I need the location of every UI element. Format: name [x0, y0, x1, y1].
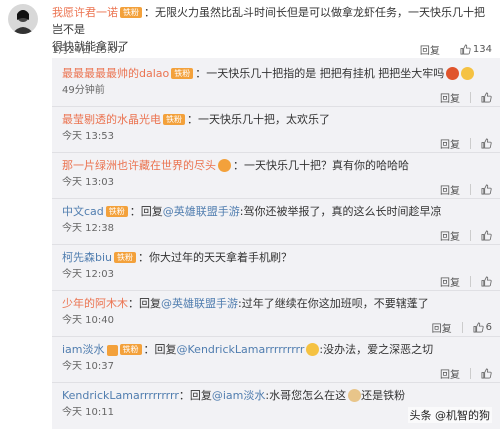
thumbs-up-icon: [460, 44, 471, 55]
thumbs-up-icon[interactable]: [481, 230, 492, 241]
separator: [52, 198, 500, 199]
dog-emoji-icon: [348, 389, 362, 402]
reply-time: 今天 12:38: [62, 223, 114, 234]
reply-time: 今天 13:03: [62, 177, 114, 188]
fan-badge: 铁粉: [163, 114, 185, 125]
reply-actions: 回复 6: [432, 320, 492, 335]
reply-time: 今天 10:37: [62, 361, 114, 372]
reply-item: 那一片绿洲也许藏在世界的尽头 ：一天快乐几十把？真有你的哈哈哈 今天 13:03: [62, 158, 498, 189]
reply-username[interactable]: KendrickLamarrrrrrrrr: [62, 389, 179, 402]
comment-actions: 回复 134: [420, 42, 492, 57]
fan-badge: 铁粉: [120, 7, 142, 18]
thumbs-up-icon[interactable]: [481, 184, 492, 195]
reply-text: ：回复: [129, 205, 163, 218]
top-comment: 我愿许君一诺 铁粉 ：无限火力虽然比乱斗时间长但是可以做拿龙虾任务，一天快乐几十把岂…: [0, 0, 500, 58]
replies-panel: 最最最最最帅的dalao 铁粉 ：一天快乐几十把指的是 把把有挂机 把把坐大牢吗 4…: [52, 58, 500, 429]
like-button[interactable]: 6: [473, 322, 492, 333]
watermark: 头条 @机智的狗: [407, 407, 492, 423]
reply-button[interactable]: 回复: [440, 90, 460, 105]
like-count: 134: [472, 44, 492, 55]
separator: [52, 106, 500, 107]
reply-username[interactable]: 柯先森biu: [62, 251, 112, 264]
thumbs-up-icon[interactable]: [481, 138, 492, 149]
reply-username[interactable]: 少年的阿木木: [62, 297, 128, 310]
reply-text: ：一天快乐几十把？真有你的哈哈哈: [233, 159, 409, 172]
comment-username[interactable]: 我愿许君一诺: [52, 6, 118, 19]
reply-button[interactable]: 回复: [432, 320, 452, 335]
reply-actions: 回复: [440, 274, 492, 289]
mention-link[interactable]: @iam淡水: [212, 389, 266, 402]
divider: [470, 276, 471, 287]
reply-text-tail: 还是铁粉: [361, 389, 406, 402]
reply-username[interactable]: 中文cad: [62, 205, 104, 218]
face-emoji-icon: [306, 343, 320, 356]
divider: [470, 230, 471, 241]
reply-username[interactable]: 最最最最最帅的dalao: [62, 67, 169, 80]
verified-v-icon: [106, 345, 118, 356]
like-count: 6: [485, 322, 492, 333]
fan-badge: 铁粉: [114, 252, 137, 263]
reply-text-after: :没办法，爱之深恶之切: [319, 343, 434, 356]
reply-actions: 回复: [440, 136, 492, 151]
reply-text: ：回复: [143, 343, 177, 356]
reply-username[interactable]: 最莹剔透的水晶光电: [62, 113, 161, 126]
separator: [52, 290, 500, 291]
reply-text: ：你大过年的天天拿着手机刷？: [138, 251, 293, 264]
fan-badge: 铁粉: [119, 344, 142, 355]
reply-item: 最最最最最帅的dalao 铁粉 ：一天快乐几十把指的是 把把有挂机 把把坐大牢吗 4…: [62, 66, 498, 97]
reply-item: 最莹剔透的水晶光电 铁粉 ：一天快乐几十把，太欢乐了 今天 13:53: [62, 112, 498, 143]
reply-time: 今天 12:03: [62, 269, 114, 280]
reply-button[interactable]: 回复: [440, 136, 460, 151]
reply-text: ：回复: [128, 297, 161, 310]
reply-item: iam淡水 铁粉 ：回复@KendrickLamarrrrrrrrr :没办法，爱之深…: [62, 342, 498, 373]
thumbs-up-icon[interactable]: [481, 276, 492, 287]
reply-button[interactable]: 回复: [440, 182, 460, 197]
reply-text: ：一天快乐几十把指的是 把把有挂机 把把坐大牢吗: [195, 67, 445, 80]
comment-time: 1月24日 15:07: [52, 45, 124, 56]
reply-actions: 回复: [440, 366, 492, 381]
reply-button[interactable]: 回复: [420, 42, 440, 57]
divider: [461, 322, 463, 333]
separator: [52, 336, 500, 337]
thumbs-up-icon[interactable]: [481, 368, 492, 379]
reply-button[interactable]: 回复: [440, 366, 460, 381]
separator: [52, 152, 500, 153]
reply-username[interactable]: 那一片绿洲也许藏在世界的尽头: [62, 159, 216, 172]
thumbs-up-icon[interactable]: [481, 92, 492, 103]
crab-emoji-icon: [446, 67, 460, 80]
reply-actions: 回复: [440, 182, 492, 197]
hands-emoji-icon: [461, 67, 475, 80]
reply-username[interactable]: iam淡水: [62, 343, 105, 356]
mention-link[interactable]: @KendrickLamarrrrrrrrr: [177, 343, 305, 356]
reply-actions: 回复: [440, 228, 492, 243]
user-avatar[interactable]: [8, 4, 38, 34]
medal-emoji-icon: [218, 159, 231, 172]
fan-badge: 铁粉: [171, 68, 194, 79]
divider: [470, 92, 471, 103]
divider: [470, 138, 471, 149]
divider: [470, 184, 471, 195]
separator: [52, 244, 500, 245]
reply-text-after: :驾你还被举报了，真的这么长时间趁早凉: [239, 205, 442, 218]
separator: [52, 382, 500, 383]
mention-link[interactable]: @英雄联盟手游: [161, 297, 238, 310]
reply-text: ：回复: [178, 389, 212, 402]
reply-text: ：一天快乐几十把，太欢乐了: [187, 113, 330, 126]
mention-link[interactable]: @英雄联盟手游: [163, 205, 240, 218]
reply-button[interactable]: 回复: [440, 274, 460, 289]
reply-time: 49分钟前: [62, 85, 105, 96]
fan-badge: 铁粉: [105, 206, 128, 217]
reply-text-after: :过年了继续在你这加班呗，不要辖蓬了: [238, 297, 429, 310]
reply-button[interactable]: 回复: [440, 228, 460, 243]
reply-text-after: :水哥您怎么在这: [265, 389, 347, 402]
like-button[interactable]: 134: [460, 44, 492, 55]
reply-actions: 回复: [440, 90, 492, 105]
reply-time: 今天 13:53: [62, 131, 114, 142]
thumbs-up-icon: [473, 322, 484, 333]
reply-item: 中文cad 铁粉 ：回复@英雄联盟手游:驾你还被举报了，真的这么长时间趁早凉 今天 …: [62, 204, 498, 235]
reply-item: 柯先森biu 铁粉 ：你大过年的天天拿着手机刷？ 今天 12:03: [62, 250, 498, 281]
divider: [470, 368, 471, 379]
